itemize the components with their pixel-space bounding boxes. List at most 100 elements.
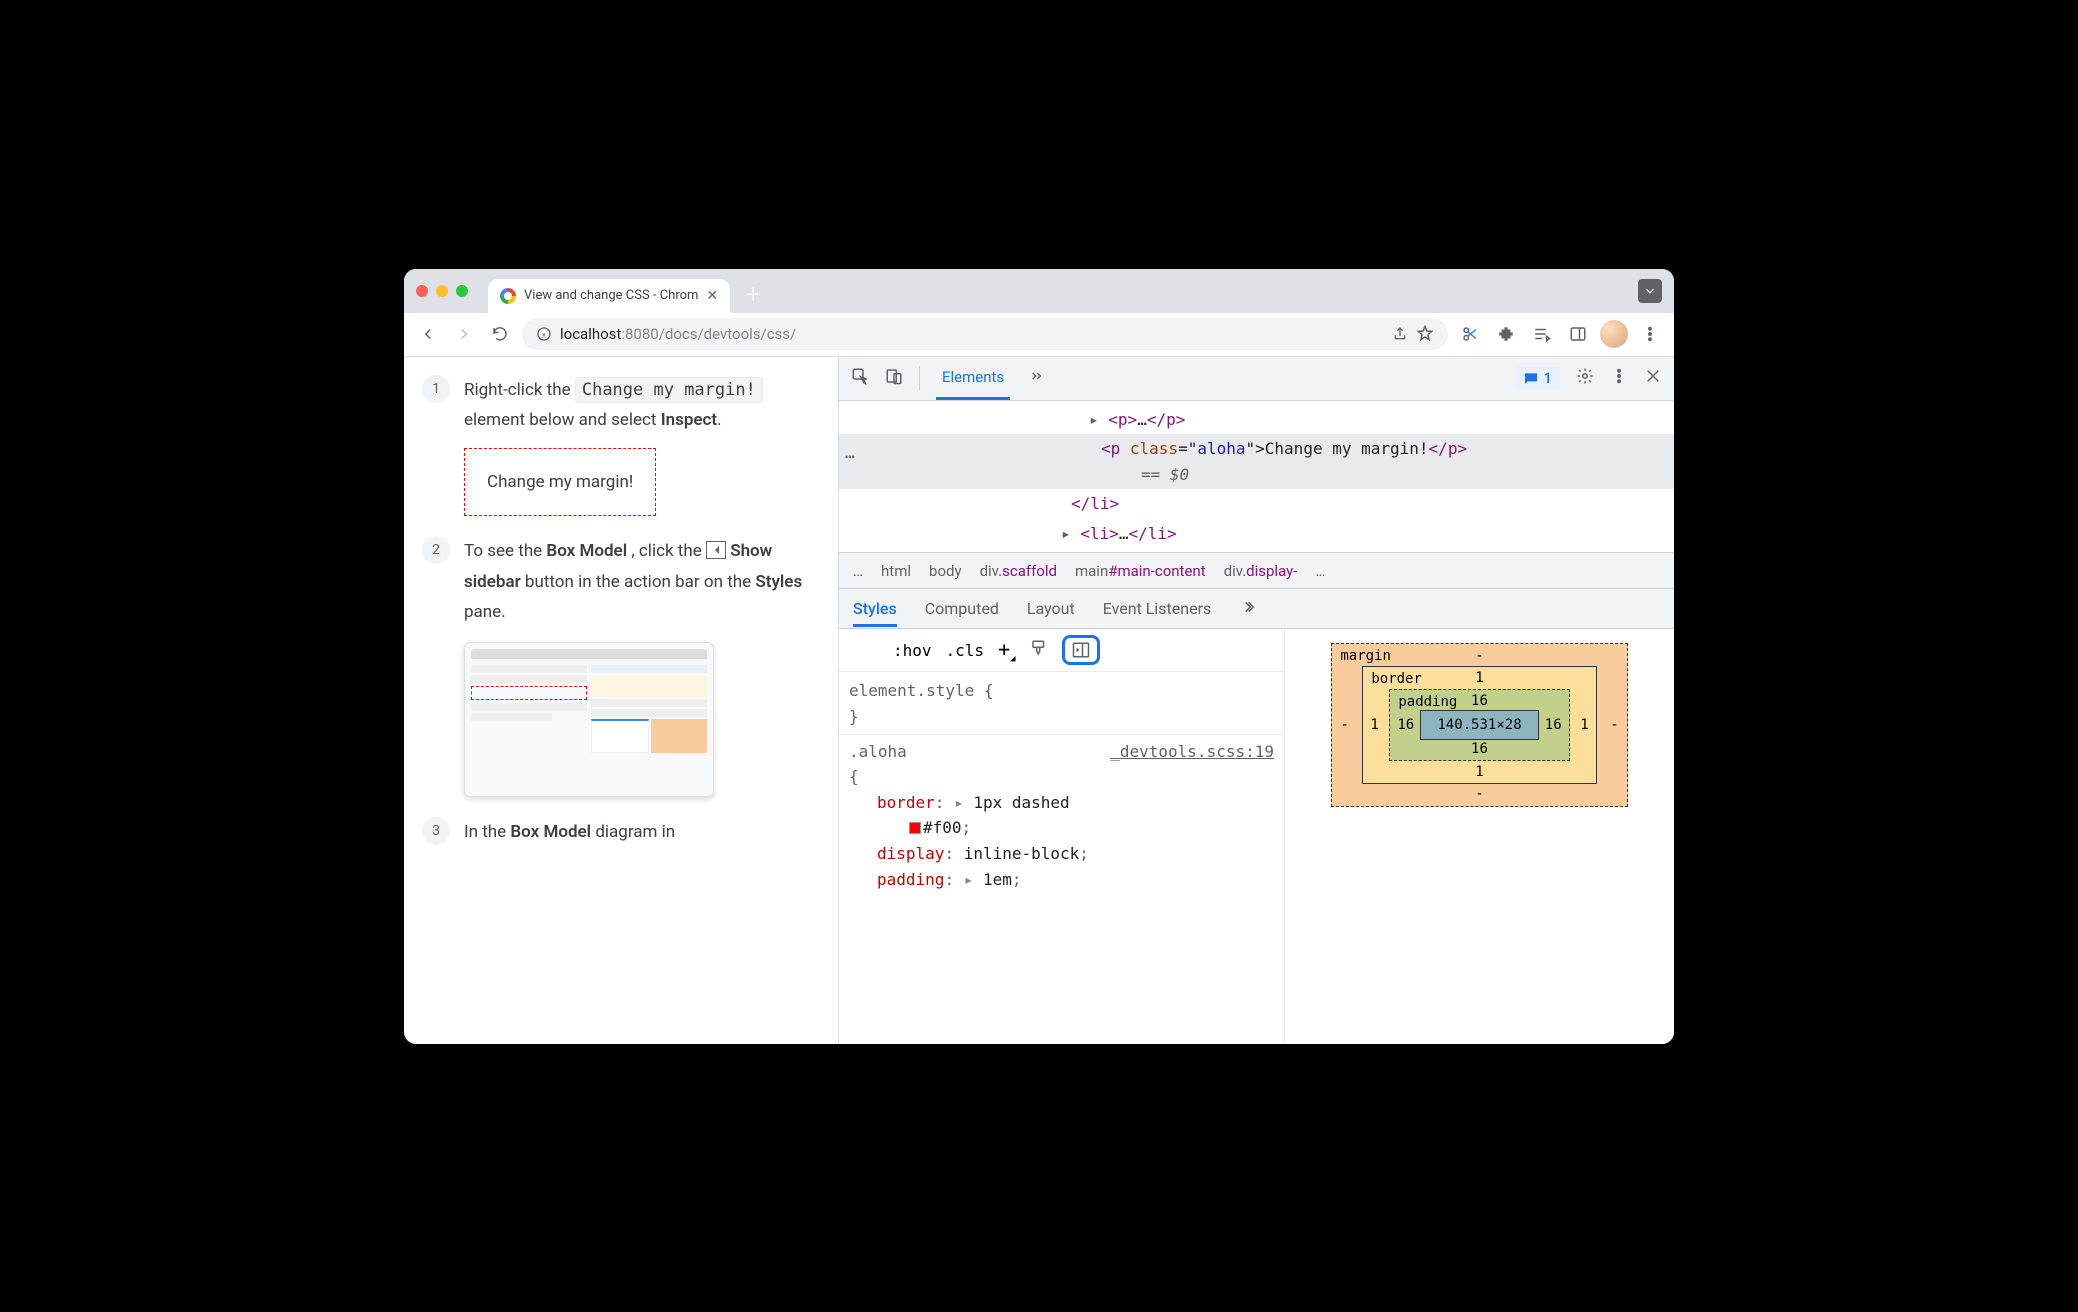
text: button in the action bar on the	[525, 572, 755, 592]
scissors-icon[interactable]	[1456, 320, 1484, 348]
step-3: 3 In the Box Model diagram in	[422, 817, 814, 848]
profile-avatar[interactable]	[1600, 320, 1628, 348]
new-tab-button[interactable]: ＋	[744, 281, 762, 307]
text: .	[717, 410, 721, 430]
bold-text: Box Model	[510, 822, 591, 842]
paint-brush-icon[interactable]	[1030, 639, 1048, 661]
tabs-overflow-button[interactable]	[1638, 279, 1662, 303]
text: element below and select	[464, 410, 661, 430]
subtab-computed[interactable]: Computed	[925, 599, 999, 618]
side-panel-icon[interactable]	[1564, 320, 1592, 348]
devtools-toolbar: Elements 1	[839, 357, 1674, 401]
docs-pane: 1 Right-click the Change my margin! elem…	[404, 357, 839, 1044]
styles-area: :hov .cls +◢ element.style { } .aloh	[839, 629, 1674, 1043]
extensions-icon[interactable]	[1492, 320, 1520, 348]
forward-button[interactable]	[450, 320, 478, 348]
more-subtabs-icon[interactable]	[1239, 598, 1257, 620]
traffic-lights	[416, 285, 468, 297]
step-number: 3	[422, 817, 450, 845]
text: Right-click the	[464, 380, 575, 400]
playlist-icon[interactable]	[1528, 320, 1556, 348]
breadcrumb-item: html	[881, 562, 911, 580]
cls-toggle[interactable]: .cls	[946, 641, 985, 660]
text: , click the	[631, 541, 706, 561]
reload-button[interactable]	[486, 320, 514, 348]
step-2: 2 To see the Box Model , click the Show …	[422, 536, 814, 797]
step-1: 1 Right-click the Change my margin! elem…	[422, 375, 814, 517]
url-host: localhost	[560, 325, 621, 343]
demo-element[interactable]: Change my margin!	[464, 448, 656, 517]
panel-tab-elements[interactable]: Elements	[936, 357, 1010, 400]
box-content[interactable]: 140.531×28	[1420, 710, 1538, 740]
close-tab-icon[interactable]: ✕	[706, 288, 718, 304]
breadcrumb-overflow[interactable]: …	[1315, 562, 1325, 580]
text: In the	[464, 822, 510, 842]
bold-text: Styles	[755, 572, 802, 592]
info-icon	[536, 326, 552, 342]
dom-tag: <p>	[1108, 410, 1137, 429]
bold-text: Box Model	[546, 541, 627, 561]
url-port: :8080	[621, 325, 658, 343]
settings-gear-icon[interactable]	[1576, 367, 1594, 389]
dom-tree[interactable]: ▸ <p>…</p> <p class="aloha">Change my ma…	[839, 401, 1674, 554]
screenshot-thumbnail	[464, 642, 714, 797]
styles-filter-bar: :hov .cls +◢	[839, 629, 1284, 672]
content-area: 1 Right-click the Change my margin! elem…	[404, 357, 1674, 1044]
styles-subtabs: Styles Computed Layout Event Listeners	[839, 589, 1674, 629]
subtab-layout[interactable]: Layout	[1027, 599, 1075, 618]
browser-tab[interactable]: View and change CSS - Chrom ✕	[488, 279, 730, 313]
kebab-menu-icon[interactable]	[1636, 320, 1664, 348]
text: diagram in	[595, 822, 675, 842]
back-button[interactable]	[414, 320, 442, 348]
tab-strip: View and change CSS - Chrom ✕ ＋	[404, 269, 1674, 313]
show-sidebar-button[interactable]	[1062, 635, 1100, 665]
close-window[interactable]	[416, 285, 428, 297]
box-margin[interactable]: margin - - - - border 1 1 1 1	[1331, 643, 1627, 807]
dom-equals-dollar: == $0	[1141, 465, 1189, 484]
step-number: 2	[422, 536, 450, 564]
issues-count: 1	[1543, 369, 1552, 387]
source-link[interactable]: _devtools.scss:19	[1110, 739, 1274, 765]
box-model-pane: margin - - - - border 1 1 1 1	[1284, 629, 1674, 1043]
css-rules[interactable]: element.style { } .aloha _devtools.scss:…	[839, 672, 1284, 898]
toolbar: localhost:8080/docs/devtools/css/	[404, 313, 1674, 357]
breadcrumb-item: div.scaffold	[980, 562, 1057, 580]
subtab-event-listeners[interactable]: Event Listeners	[1103, 599, 1212, 618]
address-bar[interactable]: localhost:8080/docs/devtools/css/	[522, 318, 1448, 350]
breadcrumb-item: div.display-	[1224, 562, 1298, 580]
subtab-styles[interactable]: Styles	[853, 599, 897, 627]
new-rule-button[interactable]: +◢	[998, 637, 1015, 664]
devtools-kebab-icon[interactable]	[1610, 367, 1628, 389]
box-border[interactable]: border 1 1 1 1 padding 16 16 16	[1362, 666, 1596, 784]
issues-badge[interactable]: 1	[1515, 367, 1560, 389]
color-swatch[interactable]	[909, 822, 921, 834]
minimize-window[interactable]	[436, 285, 448, 297]
text: pane.	[464, 602, 506, 622]
device-toggle-icon[interactable]	[885, 367, 903, 389]
share-icon[interactable]	[1392, 326, 1408, 342]
close-devtools-icon[interactable]	[1644, 367, 1662, 389]
hov-toggle[interactable]: :hov	[893, 641, 932, 660]
dom-breadcrumb[interactable]: … html body div.scaffold main#main-conte…	[839, 553, 1674, 589]
text: To see the	[464, 541, 546, 561]
bold-text: Inspect	[661, 410, 717, 430]
dom-selected-row[interactable]: <p class="aloha">Change my margin!</p> =…	[839, 434, 1674, 489]
breadcrumb-overflow[interactable]: …	[853, 562, 863, 580]
styles-rules-pane: :hov .cls +◢ element.style { } .aloh	[839, 629, 1284, 1043]
inspect-icon[interactable]	[851, 367, 869, 389]
maximize-window[interactable]	[456, 285, 468, 297]
bookmark-star-icon[interactable]	[1416, 325, 1434, 343]
breadcrumb-item: main#main-content	[1075, 562, 1206, 580]
styles-filter-input[interactable]	[849, 641, 879, 660]
breadcrumb-item: body	[929, 562, 962, 580]
browser-window: View and change CSS - Chrom ✕ ＋ localhos…	[404, 269, 1674, 1044]
box-padding[interactable]: padding 16 16 16 16 140.531×28	[1389, 689, 1569, 761]
chrome-favicon	[500, 288, 516, 304]
devtools-pane: Elements 1 ▸ <p>…</p> <p class="aloha	[839, 357, 1674, 1044]
show-sidebar-inline-icon	[706, 541, 726, 559]
url-path: /docs/devtools/css/	[659, 325, 797, 343]
step-number: 1	[422, 375, 450, 403]
code-snippet: Change my margin!	[575, 377, 763, 403]
more-tabs-icon[interactable]	[1026, 367, 1044, 389]
tab-title: View and change CSS - Chrom	[524, 288, 698, 303]
